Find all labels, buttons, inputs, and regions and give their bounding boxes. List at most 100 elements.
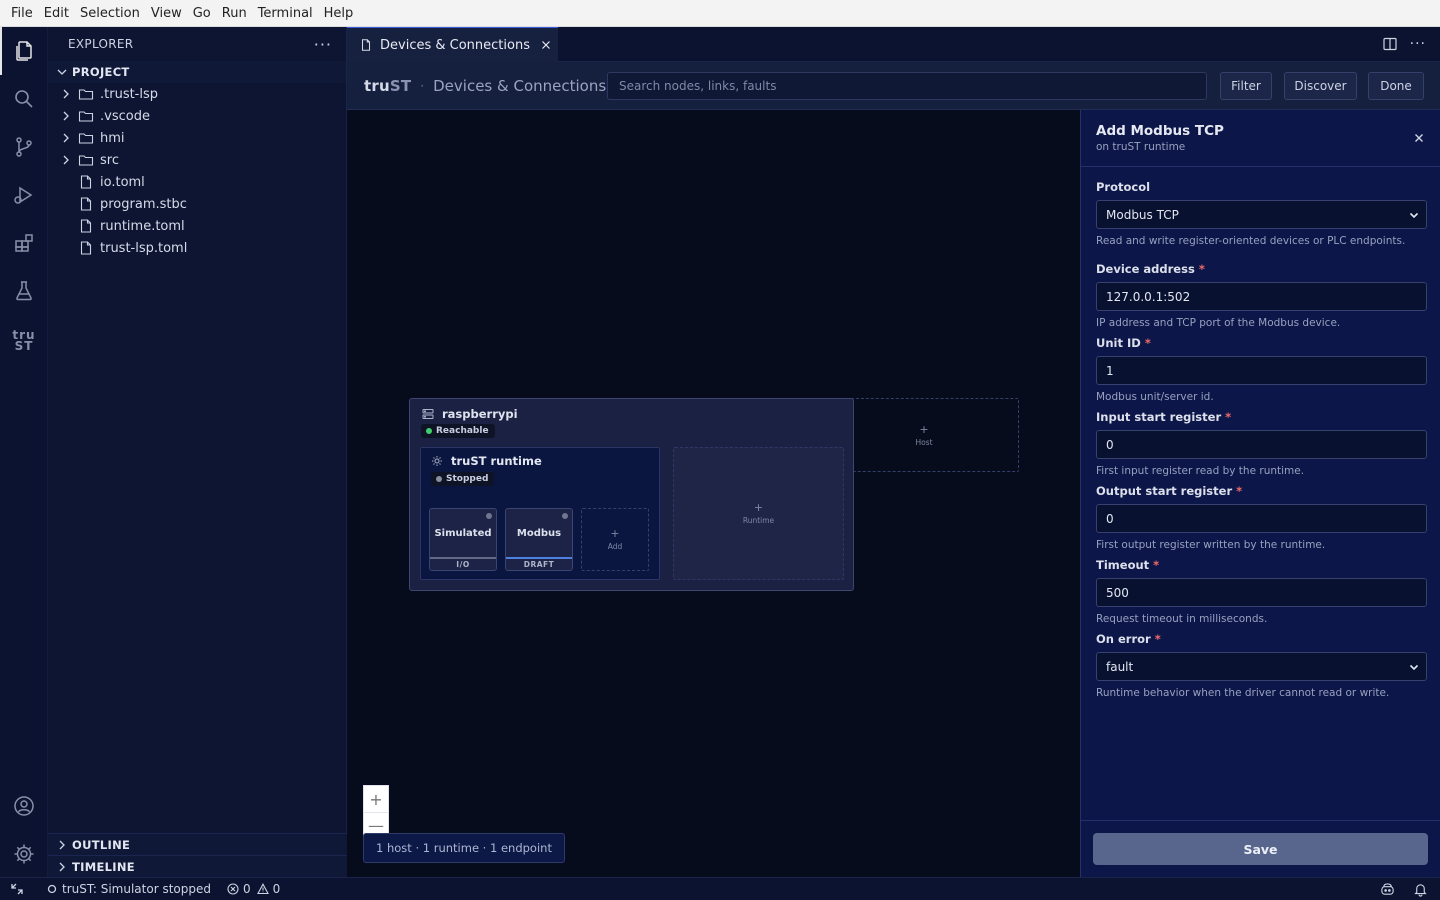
file-icon [80,219,92,233]
accounts-activity-button[interactable] [0,782,48,830]
endpoint-name: Simulated [434,528,492,539]
tree-folder[interactable]: .vscode [48,105,346,127]
timeline-section-header[interactable]: TIMELINE [48,855,347,877]
add-endpoint-slot[interactable]: + Add [581,508,649,571]
menu-help[interactable]: Help [319,0,359,27]
host-card[interactable]: raspberrypi Reachable truST runtime Stop… [409,398,854,591]
discover-button[interactable]: Discover [1284,72,1357,100]
add-host-label: Host [915,437,933,447]
add-runtime-slot[interactable]: + Runtime [673,447,844,580]
tree-folder-label: .vscode [100,108,150,124]
search-input[interactable] [607,72,1207,100]
required-mark: * [1153,558,1160,572]
on-error-select[interactable]: fault [1096,652,1427,681]
explorer-activity-button[interactable] [0,27,48,75]
close-icon[interactable] [539,38,553,52]
tree-file[interactable]: runtime.toml [48,215,346,237]
project-section-header[interactable]: PROJECT [48,61,346,83]
tree-file[interactable]: trust-lsp.toml [48,237,346,259]
trust-logo-bottom: ST [14,339,34,353]
error-count: 0 [243,882,251,896]
source-control-activity-button[interactable] [0,123,48,171]
outline-section-header[interactable]: OUTLINE [48,833,347,855]
output-start-input[interactable] [1096,504,1427,533]
run-debug-activity-button[interactable] [0,171,48,219]
split-editor-icon[interactable] [1382,36,1398,52]
done-button[interactable]: Done [1368,72,1424,100]
panel-title: Add Modbus TCP [1096,123,1224,139]
explorer-more-button[interactable]: ··· [314,35,332,54]
timeout-input[interactable] [1096,578,1427,607]
unit-id-input[interactable] [1096,356,1427,385]
runtime-card[interactable]: truST runtime Stopped Simulated I/O Modb… [420,447,660,580]
host-name: raspberrypi [442,407,518,421]
explorer-header: EXPLORER ··· [48,27,346,61]
activity-bar: tru ST [0,27,48,877]
breadcrumb-title: Devices & Connections [433,76,607,95]
address-label-text: Device address [1096,262,1195,276]
address-input[interactable] [1096,282,1427,311]
protocol-select[interactable]: Modbus TCP [1096,200,1427,229]
menu-edit[interactable]: Edit [39,0,74,27]
chevron-down-icon [1409,212,1419,219]
on-error-help: Runtime behavior when the driver cannot … [1096,687,1390,699]
unit-id-field: Unit ID * Modbus unit/server id. [1096,336,1427,403]
tab-devices-connections[interactable]: Devices & Connections [347,27,558,62]
menu-go[interactable]: Go [188,0,216,27]
chevron-down-icon [57,69,67,75]
editor-tab-bar: Devices & Connections ··· [347,27,1440,62]
chevron-right-icon [63,133,69,143]
brand-logo: truST [364,77,411,95]
plus-icon: + [753,501,764,514]
input-start-input[interactable] [1096,430,1427,459]
panel-footer: Save [1081,820,1440,877]
add-host-slot[interactable]: + Host [829,398,1019,472]
simulator-status[interactable]: truST: Simulator stopped [46,882,211,896]
bell-icon[interactable] [1413,882,1428,897]
tree-file-label: io.toml [100,174,145,190]
timeout-field: Timeout * Request timeout in millisecond… [1096,558,1427,625]
endpoint-simulated[interactable]: Simulated I/O [429,508,497,571]
zoom-controls: + — [363,785,389,837]
protocol-value: Modbus TCP [1106,207,1179,222]
plus-icon: + [610,527,620,540]
menu-view[interactable]: View [146,0,187,27]
filter-button[interactable]: Filter [1220,72,1272,100]
editor-more-button[interactable]: ··· [1410,36,1426,52]
protocol-label: Protocol [1096,180,1151,194]
menu-terminal[interactable]: Terminal [253,0,318,27]
runtime-status-badge: Stopped [431,472,495,486]
problems-status[interactable]: 0 0 [227,882,280,896]
run-debug-icon [14,186,33,204]
copilot-icon[interactable] [1380,882,1395,897]
endpoint-modbus[interactable]: Modbus DRAFT [505,508,573,571]
trust-logo-icon[interactable]: tru ST [0,323,48,359]
error-icon [227,883,239,895]
protocol-field: Protocol Modbus TCP Read and write regis… [1096,180,1427,247]
testing-activity-button[interactable] [0,267,48,315]
extensions-activity-button[interactable] [0,219,48,267]
file-icon [80,197,92,211]
save-button[interactable]: Save [1093,833,1428,865]
tree-file[interactable]: program.stbc [48,193,346,215]
zoom-in-button[interactable]: + [364,786,388,812]
tree-file[interactable]: io.toml [48,171,346,193]
remote-button[interactable] [0,878,34,900]
tree-folder[interactable]: .trust-lsp [48,83,346,105]
menu-run[interactable]: Run [217,0,252,27]
manage-activity-button[interactable] [0,830,48,878]
search-activity-button[interactable] [0,75,48,123]
tree-folder-label: .trust-lsp [100,86,159,102]
address-help: IP address and TCP port of the Modbus de… [1096,317,1341,329]
explorer-sidebar: EXPLORER ··· PROJECT .trust-lsp .vscode hm… [48,27,347,877]
required-mark: * [1236,484,1243,498]
close-icon[interactable] [1412,131,1426,145]
menu-file[interactable]: File [6,0,38,27]
menu-selection[interactable]: Selection [75,0,145,27]
tree-folder-label: hmi [100,130,125,146]
tree-folder[interactable]: hmi [48,127,346,149]
host-title: raspberrypi [422,407,518,421]
tree-folder[interactable]: src [48,149,346,171]
protocol-help: Read and write register-oriented devices… [1096,235,1406,247]
timeout-label: Timeout * [1096,558,1427,572]
